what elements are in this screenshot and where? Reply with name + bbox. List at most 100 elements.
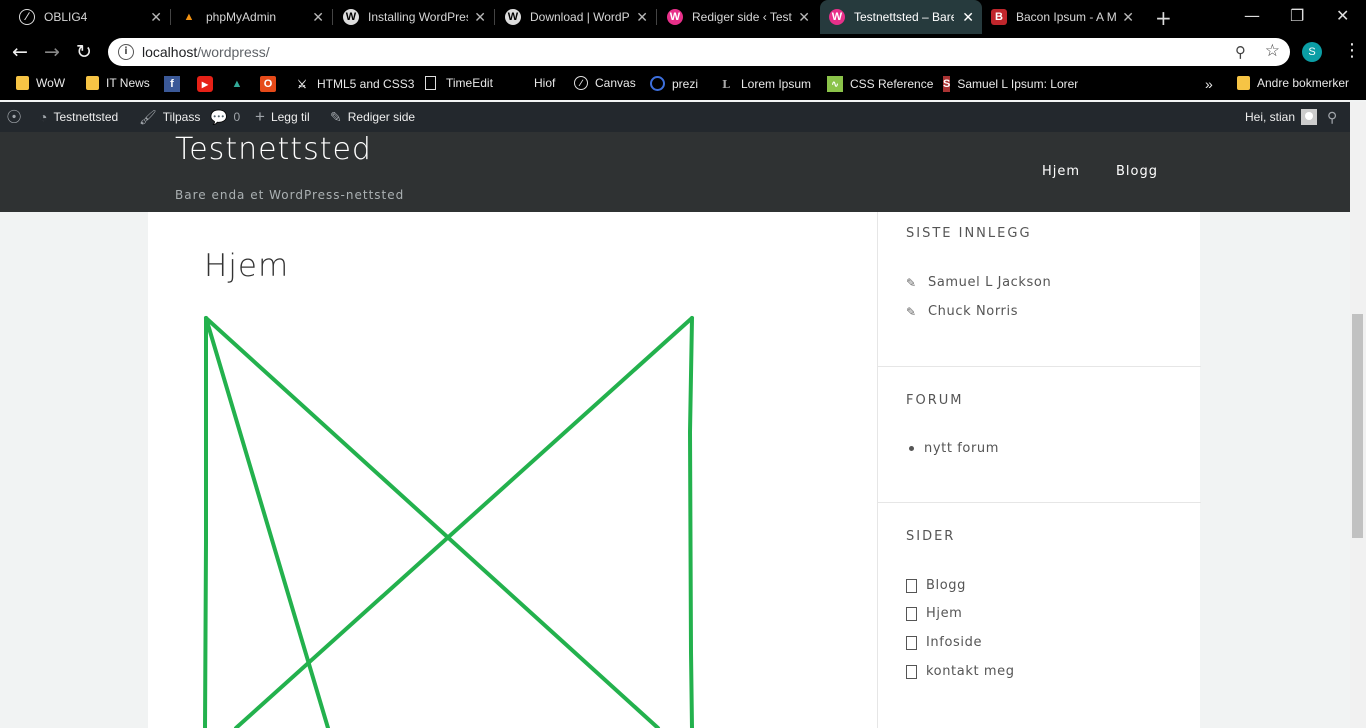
tab-oblig4[interactable]: ∕ OBLIG4 ✕ — [10, 0, 170, 34]
tab-installing-wordpress[interactable]: W Installing WordPress ✕ — [334, 0, 494, 34]
other-bookmarks[interactable]: Andre bokmerker — [1237, 76, 1349, 90]
nav-item-hjem[interactable]: Hjem — [1042, 164, 1080, 179]
tab-phpmyadmin[interactable]: ▲ phpMyAdmin ✕ — [172, 0, 332, 34]
plus-icon: + — [255, 107, 265, 126]
drawing-stroke — [688, 316, 694, 728]
zoom-icon[interactable]: ⚲ — [1235, 43, 1246, 61]
browser-menu-icon[interactable]: ⋮ — [1343, 40, 1361, 62]
new-tab-button[interactable]: + — [1155, 6, 1172, 30]
wordpress-icon: W — [505, 9, 521, 25]
widget-title: SISTE INNLEGG — [906, 226, 1032, 241]
close-tab-icon[interactable]: ✕ — [474, 9, 486, 25]
wp-logo-button[interactable]: ☉ — [6, 102, 28, 132]
wp-admin-bar: ☉ ◔ Testnettsted 🖌 Tilpass 💬 0 + Legg til ✎ R… — [0, 102, 1366, 132]
bookmark-hiof[interactable]: Hiof — [534, 76, 555, 90]
account-menu[interactable]: Hei, stian — [1245, 102, 1318, 132]
tab-title: Bacon Ipsum - A Meatier — [1016, 10, 1116, 24]
minimize-icon[interactable]: — — [1244, 6, 1260, 25]
profile-avatar[interactable]: S — [1302, 42, 1322, 62]
bookmark-youtube[interactable]: ▶ — [197, 76, 220, 92]
facebook-icon: f — [164, 76, 180, 92]
tab-download-wordpress[interactable]: W Download | WordPress ✕ — [496, 0, 656, 34]
new-content-link[interactable]: + Legg til — [255, 102, 310, 132]
more-bookmarks-button[interactable]: » — [1205, 76, 1213, 92]
site-description: Bare enda et WordPress-nettsted — [175, 188, 405, 202]
page-link[interactable]: Blogg — [906, 578, 966, 593]
page-icon — [906, 578, 917, 593]
pencil-icon: ✎ — [330, 108, 342, 125]
tab-testnettsted[interactable]: W Testnettsted – Bare enda ✕ — [820, 0, 982, 34]
browser-toolbar: ← → ↻ i localhost/wordpress/ ⚲ ☆ — [0, 34, 1366, 70]
bookmark-html5-css3[interactable]: ⚔ HTML5 and CSS3 — [294, 76, 414, 92]
bookmark-lorem-ipsum[interactable]: L Lorem Ipsum — [718, 76, 811, 92]
bookmark-css-reference[interactable]: ∿ CSS Reference — [827, 76, 933, 92]
prezi-icon — [650, 76, 665, 91]
bookmark-canvas[interactable]: ∕ Canvas — [574, 76, 636, 90]
pages-widget: SIDER Blogg Hjem Infoside kontakt meg — [878, 503, 1201, 728]
bookmark-mountain[interactable]: ▲ — [229, 76, 252, 92]
bookmark-facebook[interactable]: f — [164, 76, 187, 92]
close-tab-icon[interactable]: ✕ — [150, 9, 162, 25]
recent-post-link[interactable]: ✎ Samuel L Jackson — [906, 275, 1051, 290]
page-icon — [906, 664, 917, 679]
page-link[interactable]: kontakt meg — [906, 664, 1015, 679]
close-tab-icon[interactable]: ✕ — [1122, 9, 1134, 25]
site-title[interactable]: Testnettsted — [175, 132, 372, 167]
close-tab-icon[interactable]: ✕ — [962, 9, 974, 25]
comment-icon: 💬 — [210, 108, 228, 125]
bookmark-timeedit[interactable]: TimeEdit — [425, 76, 493, 90]
scrollbar-thumb[interactable] — [1352, 314, 1363, 538]
wp-pink-icon: W — [667, 9, 683, 25]
bookmark-prezi[interactable]: prezi — [650, 76, 698, 91]
widget-title: FORUM — [906, 393, 964, 408]
search-icon: ⚲ — [1327, 108, 1338, 125]
bookmark-office[interactable]: O — [260, 76, 283, 92]
green-line-drawing — [203, 316, 694, 728]
edit-page-label: Rediger side — [347, 110, 416, 124]
html5-icon: ⚔ — [297, 78, 307, 91]
reload-icon[interactable]: ↻ — [76, 41, 92, 63]
close-tab-icon[interactable]: ✕ — [312, 9, 324, 25]
bookmark-wow[interactable]: WoW — [16, 76, 65, 90]
bookmark-samuel-l-ipsum[interactable]: S Samuel L Ipsum: Lorem — [943, 76, 1078, 92]
pencil-icon: ✎ — [906, 275, 917, 290]
back-icon[interactable]: ← — [12, 41, 28, 63]
page-link-label: kontakt meg — [926, 664, 1015, 679]
pencil-icon: ✎ — [906, 304, 917, 319]
close-tab-icon[interactable]: ✕ — [636, 9, 648, 25]
brush-icon: 🖌 — [139, 108, 157, 125]
url-text[interactable]: localhost/wordpress/ — [142, 44, 270, 60]
bookmark-label: IT News — [106, 76, 150, 90]
bookmark-it-news[interactable]: IT News — [86, 76, 150, 90]
site-name-link[interactable]: ◔ Testnettsted — [39, 102, 118, 132]
post-title: Samuel L Jackson — [928, 275, 1052, 290]
tab-rediger-side[interactable]: W Rediger side ‹ Testnettsted ✕ — [658, 0, 818, 34]
forward-icon[interactable]: → — [44, 41, 60, 63]
restore-icon[interactable]: ❐ — [1290, 6, 1304, 25]
forum-link[interactable]: nytt forum — [909, 441, 999, 456]
bookmark-star-icon[interactable]: ☆ — [1265, 41, 1280, 61]
page-link-label: Infoside — [926, 635, 983, 650]
comments-link[interactable]: 💬 0 — [210, 102, 240, 132]
tab-title: Installing WordPress — [368, 10, 468, 24]
recent-post-link[interactable]: ✎ Chuck Norris — [906, 304, 1018, 319]
tab-bacon-ipsum[interactable]: B Bacon Ipsum - A Meatier ✕ — [982, 0, 1142, 34]
info-icon[interactable]: i — [118, 44, 134, 60]
close-window-icon[interactable]: ✕ — [1336, 6, 1349, 25]
tab-title: Testnettsted – Bare enda — [854, 10, 954, 24]
site-name-label: Testnettsted — [53, 110, 119, 124]
bookmark-label: HTML5 and CSS3 — [317, 77, 415, 91]
css-reference-icon: ∿ — [827, 76, 843, 92]
nav-item-blogg[interactable]: Blogg — [1116, 164, 1158, 179]
address-bar[interactable]: i localhost/wordpress/ ⚲ ☆ — [108, 38, 1290, 66]
close-tab-icon[interactable]: ✕ — [798, 9, 810, 25]
admin-search-button[interactable]: ⚲ — [1327, 102, 1343, 132]
page-link[interactable]: Hjem — [906, 606, 962, 621]
edit-page-link[interactable]: ✎ Rediger side — [330, 102, 415, 132]
bookmark-label: Lorem Ipsum — [741, 77, 812, 91]
page-link[interactable]: Infoside — [906, 635, 982, 650]
site-header: Testnettsted Bare enda et WordPress-nett… — [0, 132, 1350, 212]
folder-icon — [1237, 76, 1250, 90]
lorem-icon: L — [722, 77, 730, 91]
customize-link[interactable]: 🖌 Tilpass — [139, 102, 200, 132]
